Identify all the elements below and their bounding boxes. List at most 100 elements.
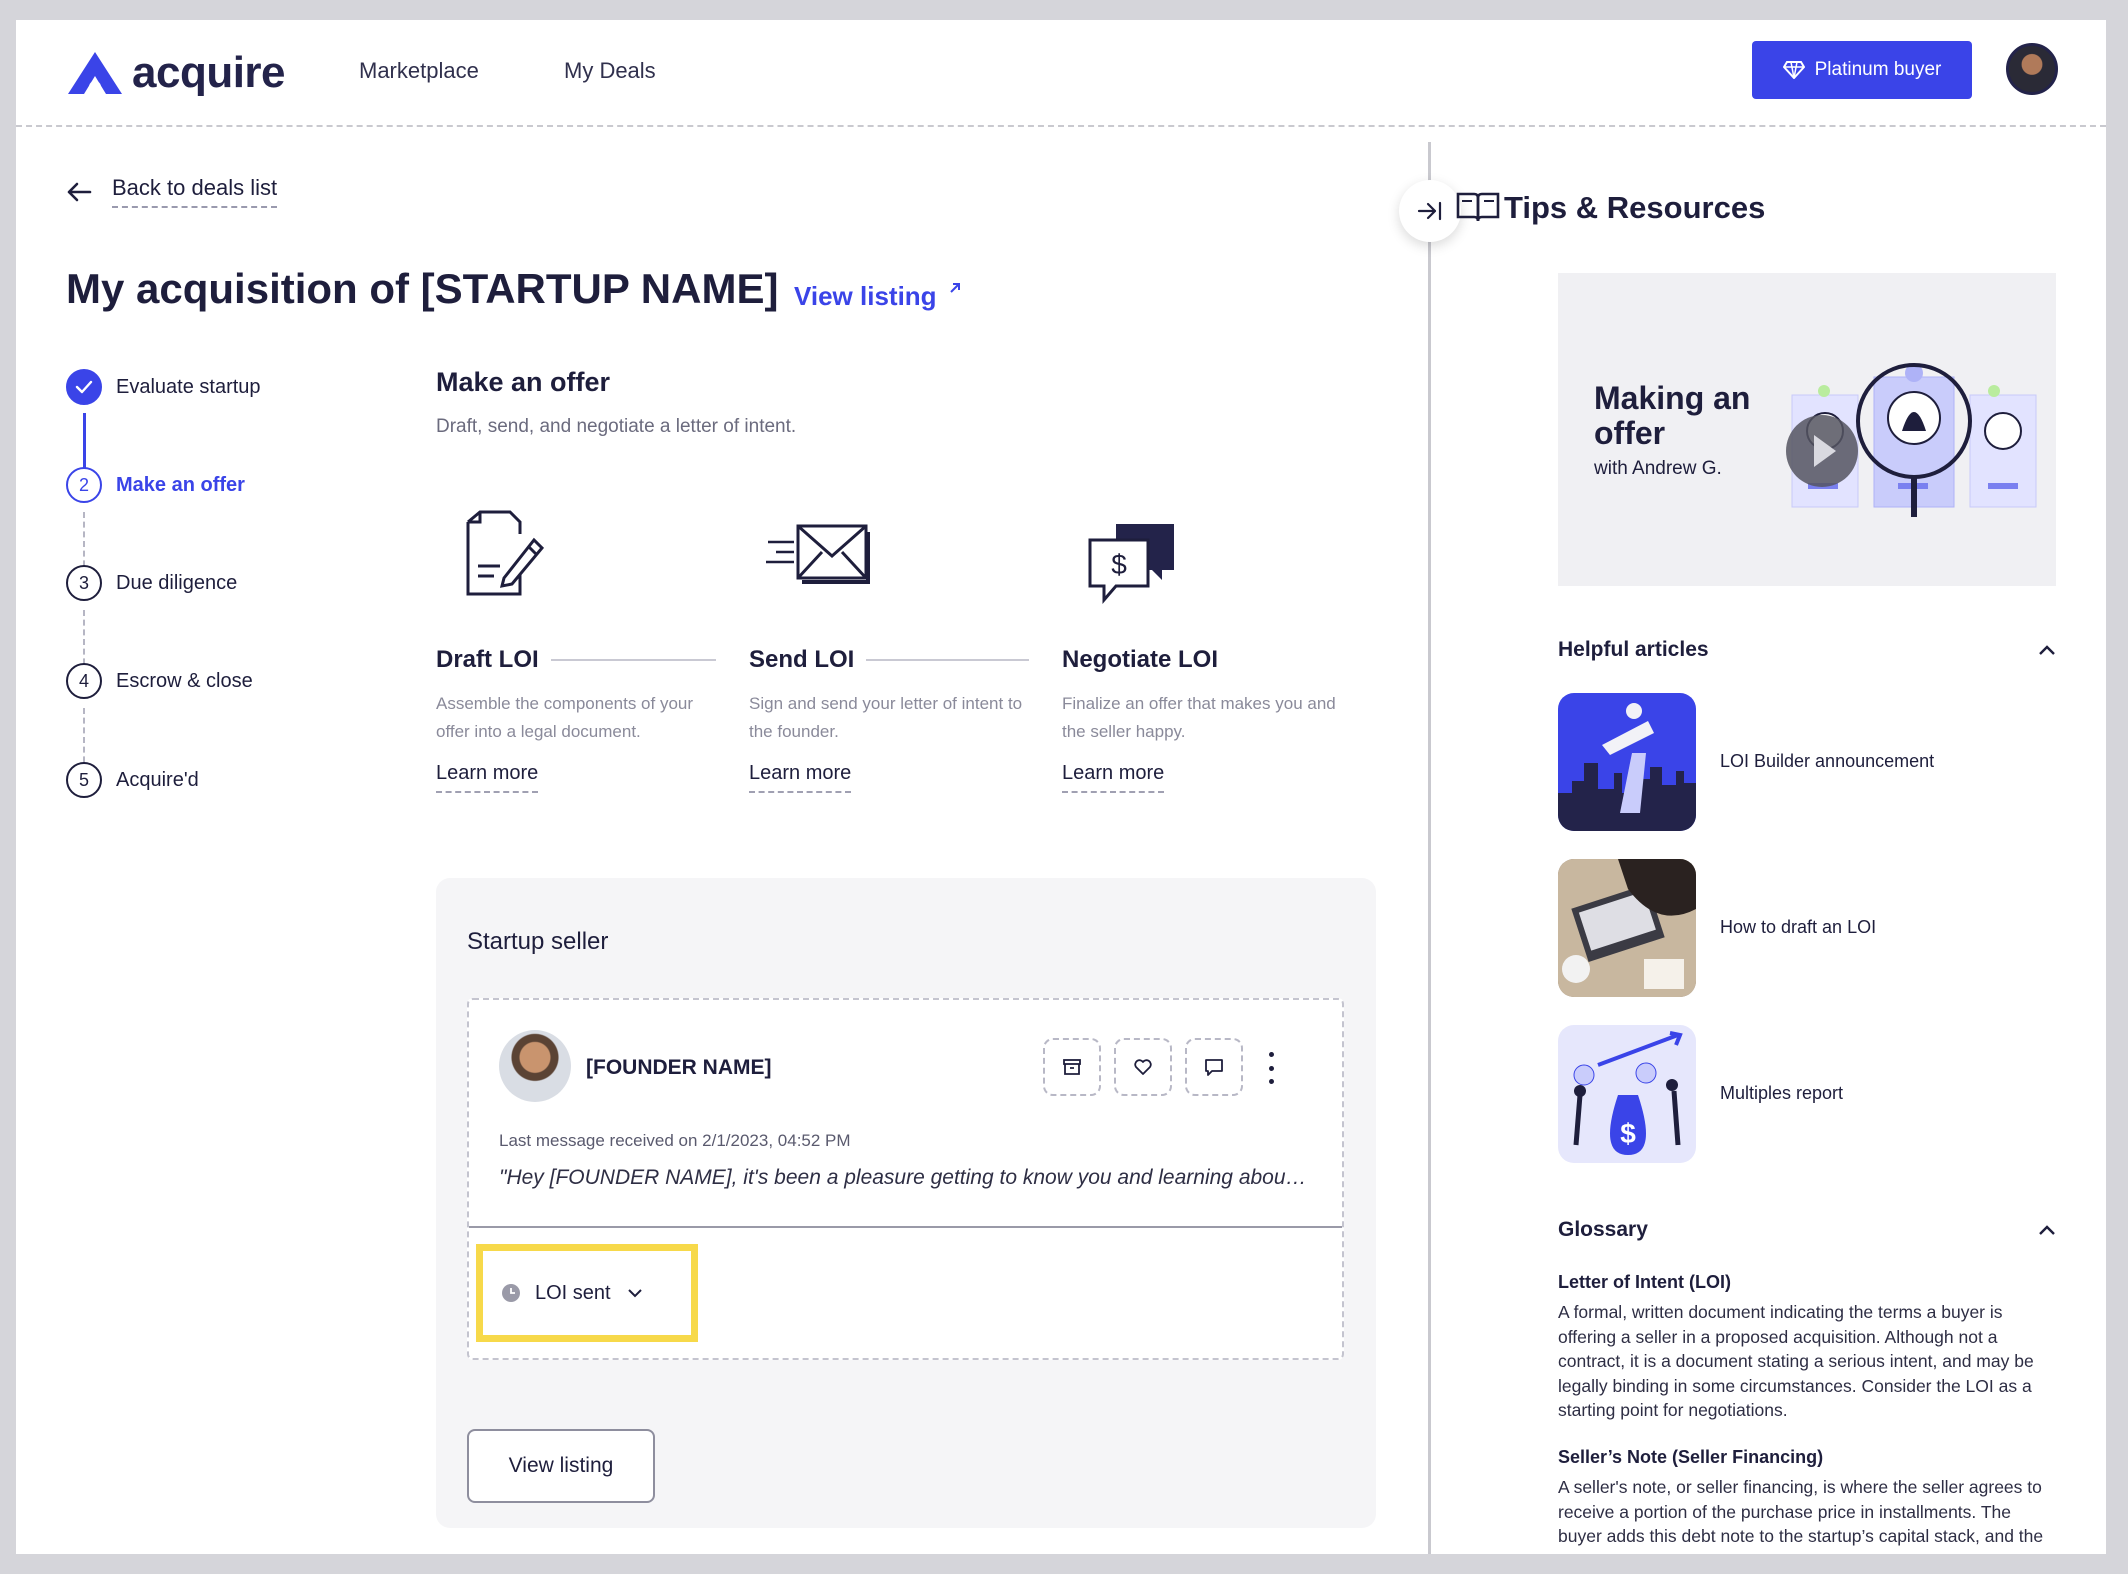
article-how-to-draft[interactable]: How to draft an LOI	[1558, 859, 2056, 997]
step-number: 3	[66, 565, 102, 601]
step-label: Acquire'd	[116, 768, 199, 791]
nav-marketplace[interactable]: Marketplace	[359, 58, 479, 84]
open-book-icon	[1456, 192, 1500, 222]
step-due-diligence[interactable]: 3 Due diligence	[66, 565, 237, 601]
helpful-articles-heading: Helpful articles	[1558, 638, 1709, 661]
app-window: acquire Marketplace My Deals Platinum bu…	[16, 20, 2106, 1554]
video-subtitle: with Andrew G.	[1594, 458, 1722, 479]
step-label: Due diligence	[116, 571, 238, 594]
section-title: Make an offer	[436, 367, 611, 397]
divider	[469, 1226, 1342, 1228]
card-title-row: Send LOI	[749, 646, 1029, 674]
chevron-down-icon	[627, 1289, 642, 1298]
chevron-up-icon[interactable]	[2038, 1224, 2056, 1236]
view-listing-button[interactable]: View listing	[467, 1429, 655, 1503]
card-title: Negotiate LOI	[1062, 646, 1219, 673]
glossary-definition: A formal, written document indicating th…	[1558, 1302, 2034, 1420]
step-number: 2	[66, 467, 102, 503]
step-make-an-offer[interactable]: 2 Make an offer	[66, 467, 245, 503]
favorite-button[interactable]	[1114, 1038, 1172, 1096]
step-escrow-close[interactable]: 4 Escrow & close	[66, 663, 253, 699]
card-title: Send LOI	[749, 646, 855, 673]
startup-seller-panel: Startup seller [FOUNDER NAME] Last messa…	[436, 878, 1376, 1528]
tips-title: Tips & Resources	[1504, 190, 1766, 225]
view-listing-link-label: View listing	[794, 281, 937, 311]
last-message-preview: "Hey [FOUNDER NAME], it's been a pleasur…	[499, 1166, 1309, 1189]
platinum-buyer-label: Platinum buyer	[1814, 59, 1942, 80]
card-title-row: Draft LOI	[436, 646, 716, 674]
step-label: Escrow & close	[116, 669, 253, 692]
back-label: Back to deals list	[112, 175, 278, 208]
card-description: Finalize an offer that makes you and the…	[1062, 694, 1336, 741]
founder-name: [FOUNDER NAME]	[586, 1056, 772, 1079]
chat-dollar-icon: $	[1088, 524, 1174, 605]
seller-heading: Startup seller	[467, 928, 609, 955]
envelope-send-icon	[766, 524, 870, 584]
logo-text: acquire	[132, 48, 286, 97]
collapse-right-icon	[1417, 201, 1442, 221]
learn-more-link[interactable]: Learn more	[749, 762, 852, 793]
profiles-magnifier-illustration	[1786, 363, 2037, 517]
divider	[866, 659, 1029, 661]
article-thumbnail	[1558, 859, 1696, 997]
chevron-up-icon[interactable]	[2038, 644, 2056, 656]
more-options-icon[interactable]	[1261, 1052, 1281, 1084]
card-title-row: Negotiate LOI	[1062, 646, 1342, 674]
article-multiples-report[interactable]: $ Multiples report	[1558, 1025, 2056, 1163]
card-description: Sign and send your letter of intent to t…	[749, 694, 1023, 741]
article-title: How to draft an LOI	[1720, 917, 1877, 937]
article-thumbnail	[1558, 693, 1696, 831]
top-header: acquire Marketplace My Deals Platinum bu…	[16, 20, 2106, 127]
clock-icon	[502, 1284, 520, 1302]
platinum-buyer-button[interactable]: Platinum buyer	[1752, 41, 1972, 99]
article-thumbnail: $	[1558, 1025, 1696, 1163]
video-title: Making an offer	[1594, 380, 1751, 451]
message-card: [FOUNDER NAME] Last message received on …	[467, 998, 1344, 1360]
user-avatar[interactable]	[2006, 43, 2058, 95]
view-listing-link[interactable]: View listing	[794, 281, 962, 312]
acquire-logo[interactable]: acquire	[66, 48, 286, 98]
glossary-heading: Glossary	[1558, 1218, 1648, 1241]
card-description: Assemble the components of your offer in…	[436, 694, 694, 741]
video-thumbnail[interactable]: Making an offer with Andrew G.	[1558, 273, 2056, 586]
external-arrow-icon	[950, 283, 960, 293]
chat-bubble-icon	[1205, 1059, 1223, 1076]
learn-more-link[interactable]: Learn more	[436, 762, 539, 793]
archive-icon	[1063, 1059, 1081, 1075]
loi-status-label: LOI sent	[535, 1281, 611, 1304]
article-title: LOI Builder announcement	[1720, 751, 1935, 771]
step-acquired[interactable]: 5 Acquire'd	[66, 762, 199, 798]
step-label: Make an offer	[116, 473, 245, 496]
glossary-term: Letter of Intent (LOI)	[1558, 1272, 1731, 1292]
acquire-logo-icon	[68, 52, 122, 94]
archive-button[interactable]	[1043, 1038, 1101, 1096]
step-number: 5	[66, 762, 102, 798]
page-title: My acquisition of [STARTUP NAME]	[66, 265, 779, 312]
document-pen-icon	[466, 510, 545, 596]
card-title: Draft LOI	[436, 646, 539, 673]
divider	[550, 659, 716, 661]
back-to-deals-link[interactable]: Back to deals list	[66, 175, 278, 208]
section-subtitle: Draft, send, and negotiate a letter of i…	[436, 416, 797, 437]
collapse-panel-button[interactable]	[1399, 180, 1461, 242]
founder-avatar	[499, 1030, 571, 1102]
step-number: 4	[66, 663, 102, 699]
article-title: Multiples report	[1720, 1083, 1844, 1103]
arrow-left-icon	[67, 182, 92, 201]
message-button[interactable]	[1185, 1038, 1243, 1096]
step-evaluate-startup[interactable]: Evaluate startup	[66, 369, 261, 405]
learn-more-link[interactable]: Learn more	[1062, 762, 1165, 793]
glossary-definition: A seller's note, or seller financing, is…	[1558, 1477, 2044, 1554]
nav-my-deals[interactable]: My Deals	[564, 58, 656, 84]
panel-divider	[1428, 142, 1431, 1554]
glossary-term: Seller’s Note (Seller Financing)	[1558, 1447, 1824, 1467]
svg-text:$: $	[1111, 549, 1127, 580]
svg-text:$: $	[1620, 1118, 1636, 1149]
heart-icon	[1134, 1059, 1152, 1075]
step-label: Evaluate startup	[116, 375, 261, 398]
check-icon	[66, 369, 102, 405]
diamond-icon	[1782, 61, 1805, 79]
loi-status-dropdown[interactable]: LOI sent	[476, 1244, 698, 1342]
last-message-meta: Last message received on 2/1/2023, 04:52…	[499, 1131, 851, 1150]
article-loi-builder[interactable]: LOI Builder announcement	[1558, 693, 2056, 831]
